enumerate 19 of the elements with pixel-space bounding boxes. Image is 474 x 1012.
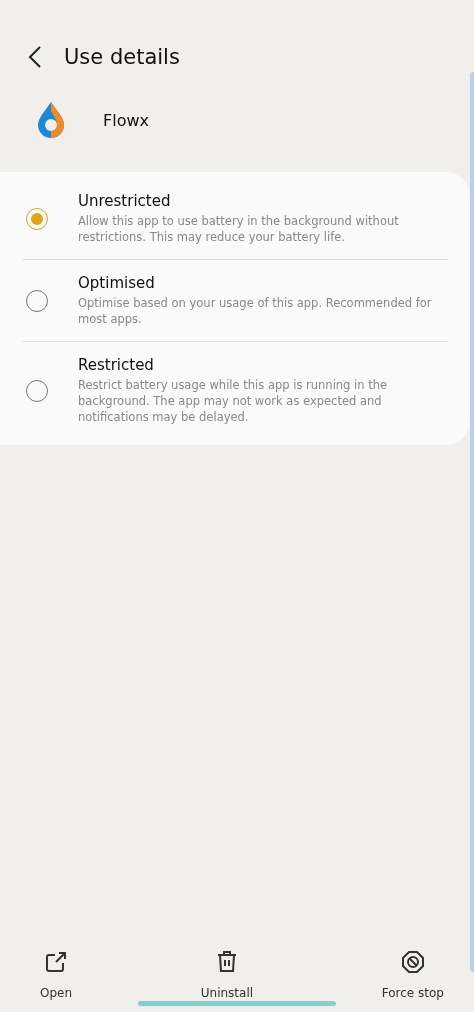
option-label: Unrestricted xyxy=(78,192,172,210)
page-title: Use details xyxy=(64,45,180,69)
action-button[interactable]: Open xyxy=(40,950,73,1000)
action-button[interactable]: Force stop xyxy=(381,950,444,1000)
back-button[interactable] xyxy=(28,45,42,69)
droplet-icon xyxy=(35,101,67,139)
back-icon xyxy=(28,45,42,69)
option-row[interactable]: Restricted Restrict battery usage while this app is running in the background. The app may not work as expected and notifications may be delayed. xyxy=(0,342,470,439)
action-button[interactable]: Uninstall xyxy=(200,950,254,1000)
option-description: Allow this app to use battery in the background without restrictions. This may reduce your battery life. xyxy=(78,213,400,245)
option-label: Restricted xyxy=(78,356,155,374)
option-row[interactable]: Optimised Optimise based on your usage of this app. Recommended for most apps. xyxy=(0,260,470,341)
option-description: Restrict battery usage while this app is running in the background. The app may not work as expected and notifications may be delayed. xyxy=(78,377,389,425)
option-label: Optimised xyxy=(78,274,156,292)
stop-sign-icon xyxy=(400,950,425,974)
option-description: Optimise based on your usage of this app. Recommended for most apps. xyxy=(78,295,433,327)
app-name: Flowx xyxy=(103,110,149,130)
external-link-icon xyxy=(44,950,69,974)
option-row[interactable]: Unrestricted Allow this app to use battery in the background without restrictions. This may reduce your battery life. xyxy=(0,178,470,259)
